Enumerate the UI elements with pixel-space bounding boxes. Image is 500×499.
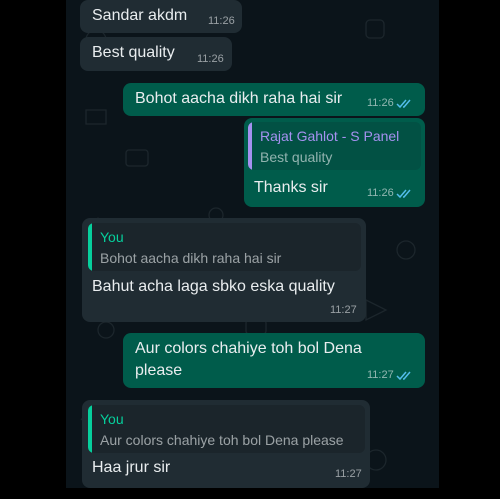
quoted-message[interactable]: You Aur colors chahiye toh bol Dena plea… bbox=[88, 405, 365, 453]
message-time: 11:27 bbox=[367, 369, 413, 381]
quoted-author: You bbox=[100, 411, 124, 427]
message-time: 11:26 bbox=[208, 15, 235, 27]
quote-accent-bar bbox=[88, 405, 92, 453]
message-text: Aur colors chahiye toh bol Dena please bbox=[135, 340, 362, 379]
incoming-message[interactable]: Sandar akdm 11:26 bbox=[80, 0, 242, 33]
quote-accent-bar bbox=[248, 122, 252, 170]
incoming-message[interactable]: Best quality 11:26 bbox=[80, 37, 232, 71]
quoted-text: Aur colors chahiye toh bol Dena please bbox=[100, 432, 344, 448]
message-text: Thanks sir bbox=[254, 179, 328, 196]
quote-accent-bar bbox=[88, 223, 92, 271]
read-ticks-icon bbox=[396, 189, 411, 198]
quoted-author: You bbox=[100, 229, 124, 245]
message-text: Sandar akdm bbox=[92, 7, 188, 24]
read-ticks-icon bbox=[396, 371, 411, 380]
incoming-message[interactable]: You Aur colors chahiye toh bol Dena plea… bbox=[82, 400, 370, 488]
message-text: Haa jrur sir bbox=[92, 459, 171, 476]
quoted-message[interactable]: Rajat Gahlot - S Panel Best quality bbox=[248, 122, 421, 170]
quoted-text: Bohot aacha dikh raha hai sir bbox=[100, 250, 282, 266]
outgoing-message[interactable]: Rajat Gahlot - S Panel Best quality Than… bbox=[244, 118, 425, 207]
message-time: 11:27 bbox=[335, 468, 362, 480]
chat-panel: Sandar akdm 11:26 Best quality 11:26 Boh… bbox=[66, 0, 439, 488]
read-ticks-icon bbox=[396, 99, 411, 108]
message-text: Best quality bbox=[92, 44, 175, 61]
incoming-message[interactable]: You Bohot aacha dikh raha hai sir Bahut … bbox=[82, 218, 366, 322]
message-text: Bohot aacha dikh raha hai sir bbox=[135, 90, 343, 107]
quoted-text: Best quality bbox=[260, 149, 333, 165]
message-time: 11:26 bbox=[367, 187, 413, 199]
message-time: 11:26 bbox=[197, 53, 224, 65]
quoted-message[interactable]: You Bohot aacha dikh raha hai sir bbox=[88, 223, 361, 271]
message-time: 11:26 bbox=[367, 97, 413, 109]
quoted-author: Rajat Gahlot - S Panel bbox=[260, 128, 400, 144]
outgoing-message[interactable]: Aur colors chahiye toh bol Dena please 1… bbox=[123, 333, 425, 388]
outgoing-message[interactable]: Bohot aacha dikh raha hai sir 11:26 bbox=[123, 83, 425, 116]
message-text: Bahut acha laga sbko eska quality bbox=[92, 278, 335, 295]
message-time: 11:27 bbox=[330, 304, 357, 316]
